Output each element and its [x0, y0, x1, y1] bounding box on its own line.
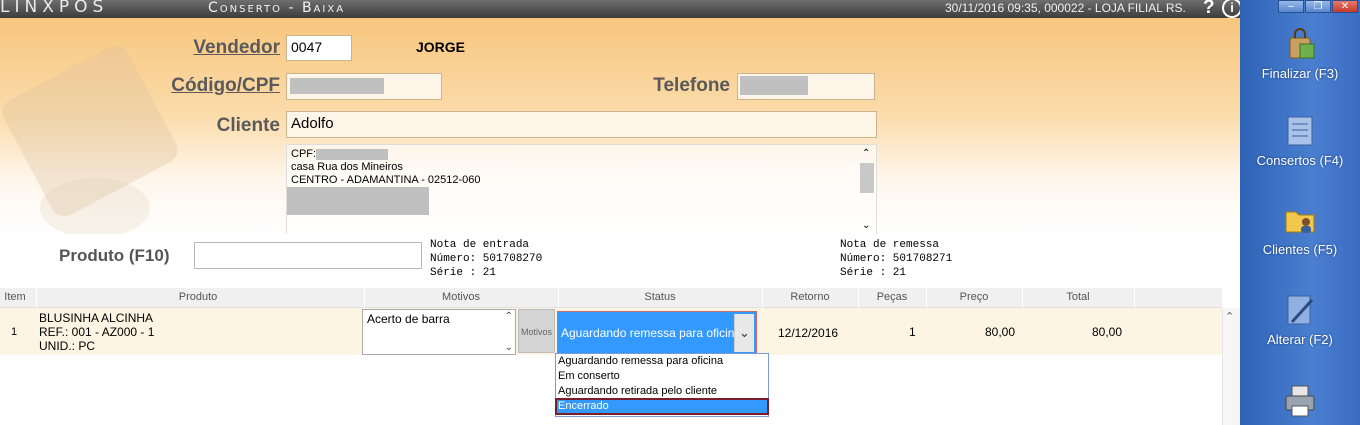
row-produto-name: BLUSINHA ALCINHA [39, 311, 154, 325]
scroll-down-icon[interactable]: ⌄ [505, 342, 513, 353]
clientes-button[interactable]: Clientes (F5) [1240, 202, 1360, 257]
alterar-button[interactable]: Alterar (F2) [1240, 292, 1360, 347]
col-produto[interactable]: Produto [36, 291, 360, 303]
motivos-button[interactable]: Motivos [518, 309, 555, 353]
col-pecas[interactable]: Peças [858, 291, 926, 303]
row-total: 80,00 [1092, 325, 1123, 339]
produto-input[interactable] [194, 242, 422, 269]
col-status[interactable]: Status [558, 291, 762, 303]
vendedor-code-input[interactable]: 0047 [286, 35, 352, 61]
grid-scrollbar[interactable]: ⌃ [1222, 308, 1240, 425]
minimize-icon[interactable]: – [1278, 0, 1304, 13]
status-option[interactable]: Em conserto [556, 369, 768, 384]
chevron-down-icon[interactable]: ⌄ [734, 314, 754, 352]
redacted-mask [740, 76, 808, 95]
shopping-bag-icon [1289, 28, 1315, 59]
produto-label: Produto (F10) [59, 246, 170, 265]
nota-entrada: Nota de entrada Número: 501708270 Série … [430, 239, 543, 279]
motivo-textarea[interactable]: Acerto de barra ⌃ ⌄ [362, 309, 516, 355]
status-dropdown-list: Aguardando remessa para oficina Em conse… [555, 353, 769, 417]
finalizar-label: Finalizar (F3) [1261, 66, 1339, 81]
cliente-input[interactable]: Adolfo [286, 111, 877, 138]
status-option-highlighted[interactable]: Encerrado [555, 398, 769, 415]
alterar-label: Alterar (F2) [1267, 332, 1333, 347]
col-total[interactable]: Total [1022, 291, 1134, 303]
row-item: 1 [11, 326, 18, 338]
vendedor-label: Vendedor [193, 37, 280, 58]
clientes-label: Clientes (F5) [1262, 242, 1338, 257]
telefone-label: Telefone [653, 75, 730, 96]
table-row[interactable]: 1 BLUSINHA ALCINHA REF.: 001 - AZ000 - 1… [0, 308, 1222, 355]
status-combobox[interactable]: Aguardando remessa para oficina ⌄ [557, 311, 757, 355]
address-line-cpf: CPF: [291, 148, 872, 161]
row-retorno: 12/12/2016 [778, 326, 839, 340]
window-controls: – ❐ ✕ [1278, 0, 1360, 14]
scroll-up-icon[interactable]: ⌃ [1225, 310, 1234, 323]
close-icon[interactable]: ✕ [1332, 0, 1358, 13]
row-preco: 80,00 [985, 325, 1016, 339]
watermark-shadow [40, 178, 150, 238]
product-row: Produto (F10) Nota de entrada Número: 50… [0, 234, 1240, 280]
redacted-mask [287, 187, 429, 215]
app-brand: LINXPOS [0, 0, 109, 17]
status-option[interactable]: Aguardando remessa para oficina [556, 354, 768, 369]
col-motivos[interactable]: Motivos [364, 291, 558, 303]
col-preco[interactable]: Preço [926, 291, 1022, 303]
window-title: Conserto - Baixa [208, 0, 346, 16]
col-item[interactable]: Item [0, 291, 30, 303]
document-list-icon [1287, 116, 1313, 146]
telefone-input[interactable] [737, 73, 875, 100]
consertos-label: Consertos (F4) [1256, 153, 1344, 168]
redacted-mask [290, 78, 384, 94]
col-retorno[interactable]: Retorno [762, 291, 858, 303]
status-selected-value: Aguardando remessa para oficina [561, 326, 742, 340]
printer-icon [1285, 385, 1315, 417]
codigo-cpf-input[interactable] [286, 73, 442, 100]
scroll-up-icon[interactable]: ⌃ [862, 147, 870, 160]
address-line-street: casa Rua dos Mineiros [291, 161, 403, 173]
folder-user-icon [1285, 211, 1315, 233]
finalizar-button[interactable]: Finalizar (F3) [1240, 26, 1360, 81]
scroll-up-icon[interactable]: ⌃ [505, 311, 513, 322]
row-produto-ref: REF.: 001 - AZ000 - 1 [39, 325, 155, 339]
action-sidebar: – ❐ ✕ Finalizar (F3) Consertos (F4) Clie… [1240, 0, 1360, 425]
address-line-city: CENTRO - ADAMANTINA - 02512-060 [291, 174, 481, 186]
row-pecas: 1 [909, 325, 916, 339]
row-produto-unid: UNID.: PC [39, 339, 96, 353]
consertos-button[interactable]: Consertos (F4) [1240, 113, 1360, 168]
address-scrollbar[interactable]: ⌃ ⌄ [860, 147, 874, 233]
vendedor-name: JORGE [416, 39, 466, 55]
codigo-cpf-label: Código/CPF [171, 75, 280, 96]
scroll-down-icon[interactable]: ⌄ [862, 219, 870, 232]
info-icon[interactable]: i [1222, 0, 1242, 18]
header-form: Vendedor 0047 JORGE Código/CPF Telefone … [0, 18, 1240, 238]
nota-remessa: Nota de remessa Número: 501708271 Série … [840, 239, 953, 279]
print-button[interactable] [1240, 382, 1360, 422]
restore-icon[interactable]: ❐ [1305, 0, 1331, 13]
edit-pencil-icon [1287, 295, 1314, 325]
grid-header: Item Produto Motivos Status Retorno Peça… [0, 288, 1222, 308]
title-bar: LINXPOS Conserto - Baixa 30/11/2016 09:3… [0, 0, 1242, 19]
session-info: 30/11/2016 09:35, 000022 - LOJA FILIAL R… [945, 1, 1186, 15]
help-icon[interactable]: ? [1203, 0, 1215, 19]
address-box: CPF: casa Rua dos Mineiros CENTRO - ADAM… [286, 144, 877, 236]
cliente-label: Cliente [216, 115, 280, 136]
scroll-thumb[interactable] [860, 163, 874, 193]
status-option[interactable]: Aguardando retirada pelo cliente [556, 384, 768, 399]
redacted-mask [316, 148, 389, 160]
